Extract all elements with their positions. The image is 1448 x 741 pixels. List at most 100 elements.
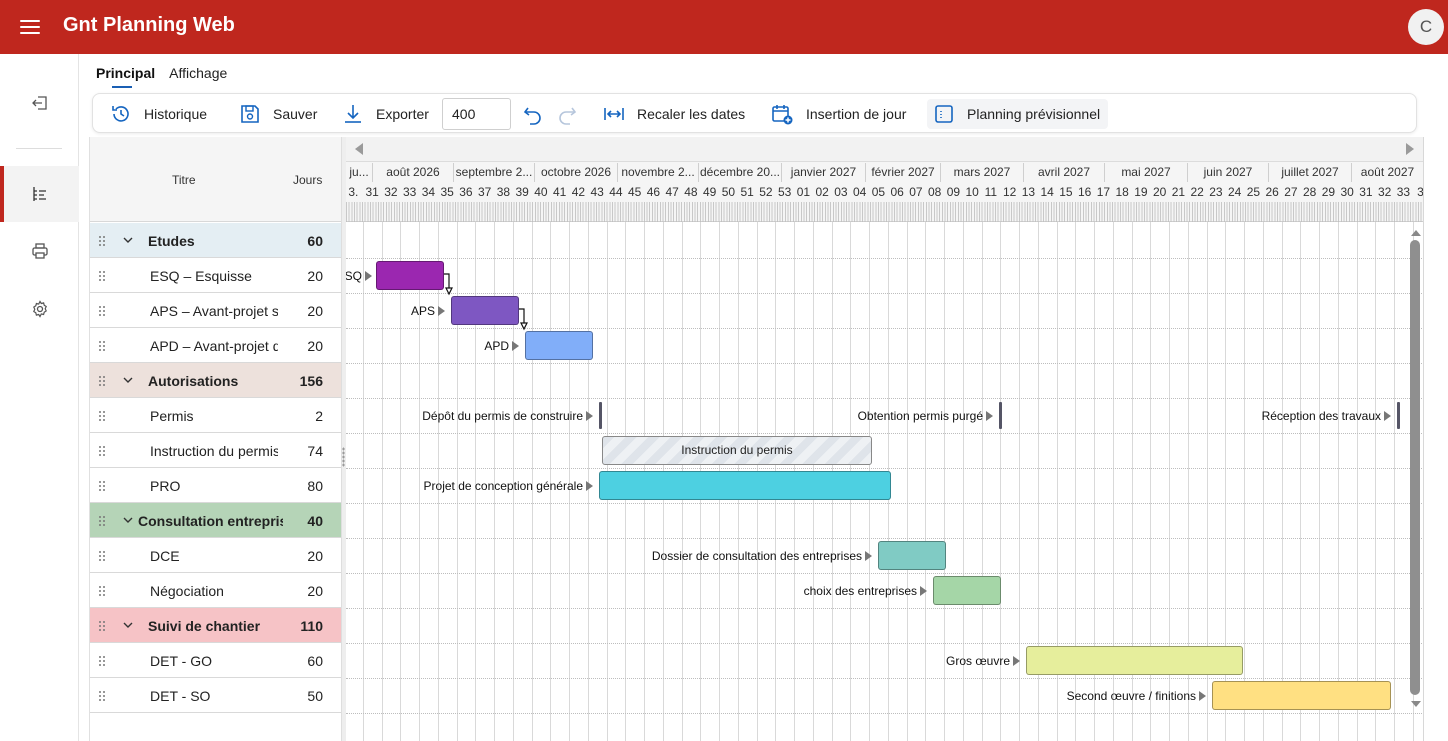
task-row[interactable]: DET - GO 60 <box>90 643 342 678</box>
drag-handle-icon[interactable] <box>98 480 106 492</box>
drag-handle-icon[interactable] <box>98 620 106 632</box>
drag-handle-icon[interactable] <box>98 515 106 527</box>
chevron-down-icon[interactable] <box>123 235 133 245</box>
task-row[interactable]: PRO 80 <box>90 468 342 503</box>
task-row[interactable]: Permis 2 <box>90 398 342 433</box>
drag-handle-icon[interactable] <box>98 235 106 247</box>
menu-icon[interactable] <box>20 18 42 36</box>
undo-button[interactable] <box>522 94 556 134</box>
week-header: 01 <box>796 185 811 199</box>
drag-handle-icon[interactable] <box>98 690 106 702</box>
task-bar[interactable] <box>525 331 593 360</box>
task-row[interactable]: APS – Avant-projet sommaire 20 <box>90 293 342 328</box>
drag-handle-icon[interactable] <box>98 445 106 457</box>
milestone-marker[interactable] <box>1397 402 1400 429</box>
month-header: décembre 20... <box>699 163 782 182</box>
week-gridline <box>1338 222 1339 741</box>
history-button[interactable]: Historique <box>110 94 207 134</box>
row-title: DET - GO <box>150 653 212 669</box>
grid-header: Titre Jours <box>90 137 342 222</box>
drag-handle-icon[interactable] <box>98 655 106 667</box>
avatar[interactable]: C <box>1408 9 1444 45</box>
week-header: 12 <box>1002 185 1017 199</box>
rail-settings-button[interactable] <box>0 281 79 337</box>
task-bar[interactable]: Instruction du permis <box>602 436 872 465</box>
task-bar[interactable] <box>376 261 444 290</box>
rail-print-button[interactable] <box>0 223 79 279</box>
save-button[interactable]: Sauver <box>239 94 317 134</box>
forecast-button[interactable]: Planning prévisionnel <box>927 99 1109 129</box>
week-header: 34 <box>421 185 436 199</box>
drag-handle-icon[interactable] <box>98 375 106 387</box>
history-icon <box>112 106 129 122</box>
week-header: 53 <box>777 185 792 199</box>
week-gridline <box>1282 222 1283 741</box>
tab-affichage[interactable]: Affichage <box>169 65 227 89</box>
chevron-down-icon[interactable] <box>123 620 133 630</box>
drag-handle-icon[interactable] <box>98 550 106 562</box>
drag-handle-icon[interactable] <box>98 270 106 282</box>
task-row[interactable]: Instruction du permis 74 <box>90 433 342 468</box>
row-days: 50 <box>307 688 323 704</box>
insert-day-button[interactable]: Insertion de jour <box>770 94 906 134</box>
drag-handle-icon[interactable] <box>98 410 106 422</box>
export-button[interactable]: Exporter <box>342 94 429 134</box>
month-header: octobre 2026 <box>535 163 618 182</box>
task-bar[interactable] <box>599 471 891 500</box>
task-bar[interactable] <box>451 296 519 325</box>
rail-logout-button[interactable] <box>0 75 79 131</box>
row-days: 20 <box>307 583 323 599</box>
scroll-thumb[interactable] <box>1410 240 1420 695</box>
task-bar[interactable] <box>933 576 1001 605</box>
chevron-down-icon[interactable] <box>123 515 133 525</box>
row-gridline <box>346 468 1423 469</box>
save-icon <box>241 105 259 123</box>
task-row[interactable]: APD – Avant-projet détaillé 20 <box>90 328 342 363</box>
task-bar[interactable] <box>1212 681 1391 710</box>
dependency-arrow <box>519 308 525 323</box>
task-bar[interactable] <box>878 541 946 570</box>
month-header: février 2027 <box>866 163 941 182</box>
group-row[interactable]: Autorisations 156 <box>90 363 342 398</box>
week-header: 07 <box>909 185 923 199</box>
task-row[interactable]: Négociation 20 <box>90 573 342 608</box>
task-row[interactable]: DCE 20 <box>90 538 342 573</box>
group-row[interactable]: Suivi de chantier 110 <box>90 608 342 643</box>
week-header: 49 <box>702 185 717 199</box>
task-bar[interactable] <box>1026 646 1243 675</box>
redo-button[interactable] <box>556 94 590 134</box>
task-row[interactable]: DET - SO 50 <box>90 678 342 713</box>
scroll-left-icon[interactable] <box>355 143 363 155</box>
tab-principal[interactable]: Principal <box>96 65 155 89</box>
save-label: Sauver <box>273 106 318 122</box>
rail-gantt-button[interactable] <box>0 166 79 222</box>
row-days: 40 <box>307 513 323 529</box>
scroll-down-icon[interactable] <box>1411 701 1421 707</box>
week-gridline <box>925 222 926 741</box>
scroll-up-icon[interactable] <box>1411 230 1421 236</box>
group-row[interactable]: Consultation entreprises 40 <box>90 503 342 538</box>
month-header: août 2026 <box>373 163 454 182</box>
chevron-down-icon[interactable] <box>123 375 133 385</box>
row-title: Négociation <box>150 583 224 599</box>
drag-handle-icon[interactable] <box>98 585 106 597</box>
zoom-input[interactable] <box>442 98 511 130</box>
task-bar-label: ESQ <box>346 269 372 283</box>
milestone-marker[interactable] <box>999 402 1002 429</box>
row-days: 20 <box>307 548 323 564</box>
drag-handle-icon[interactable] <box>98 340 106 352</box>
group-row[interactable]: Etudes 60 <box>90 223 342 258</box>
milestone-marker[interactable] <box>599 402 602 429</box>
recalc-dates-button[interactable]: Recaler les dates <box>603 94 745 134</box>
scroll-right-icon[interactable] <box>1406 143 1414 155</box>
row-days: 60 <box>307 233 323 249</box>
vertical-scrollbar[interactable] <box>1408 225 1424 713</box>
column-days-header[interactable]: Jours <box>293 173 322 187</box>
task-bar-label: APS <box>411 304 445 318</box>
gantt-tree-icon <box>32 187 46 201</box>
drag-handle-icon[interactable] <box>98 305 106 317</box>
column-title-header[interactable]: Titre <box>172 173 196 187</box>
task-row[interactable]: ESQ – Esquisse 20 <box>90 258 342 293</box>
row-title: Permis <box>150 408 194 424</box>
week-header: 44 <box>609 185 623 199</box>
